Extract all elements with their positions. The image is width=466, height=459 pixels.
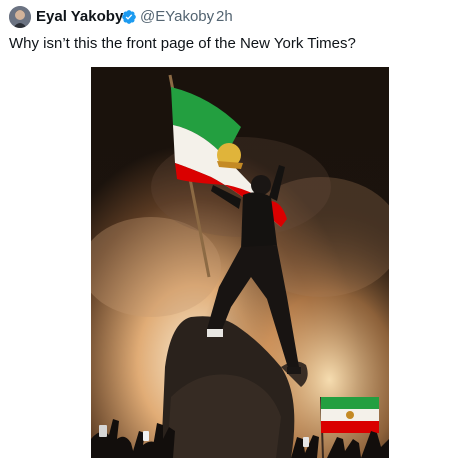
separator-dot: ·: [206, 8, 211, 25]
tweet-photo[interactable]: [91, 67, 389, 458]
author-name[interactable]: Eyal Yakoby: [36, 8, 123, 26]
verified-badge-icon: [121, 9, 137, 25]
tweet[interactable]: Eyal Yakoby @EYakoby · 2h Why isn’t this…: [0, 0, 466, 459]
author-handle[interactable]: @EYakoby: [140, 8, 214, 26]
timestamp[interactable]: 2h: [216, 8, 233, 26]
tweet-text: Why isn’t this the front page of the New…: [9, 35, 356, 52]
author-avatar[interactable]: [9, 6, 31, 28]
